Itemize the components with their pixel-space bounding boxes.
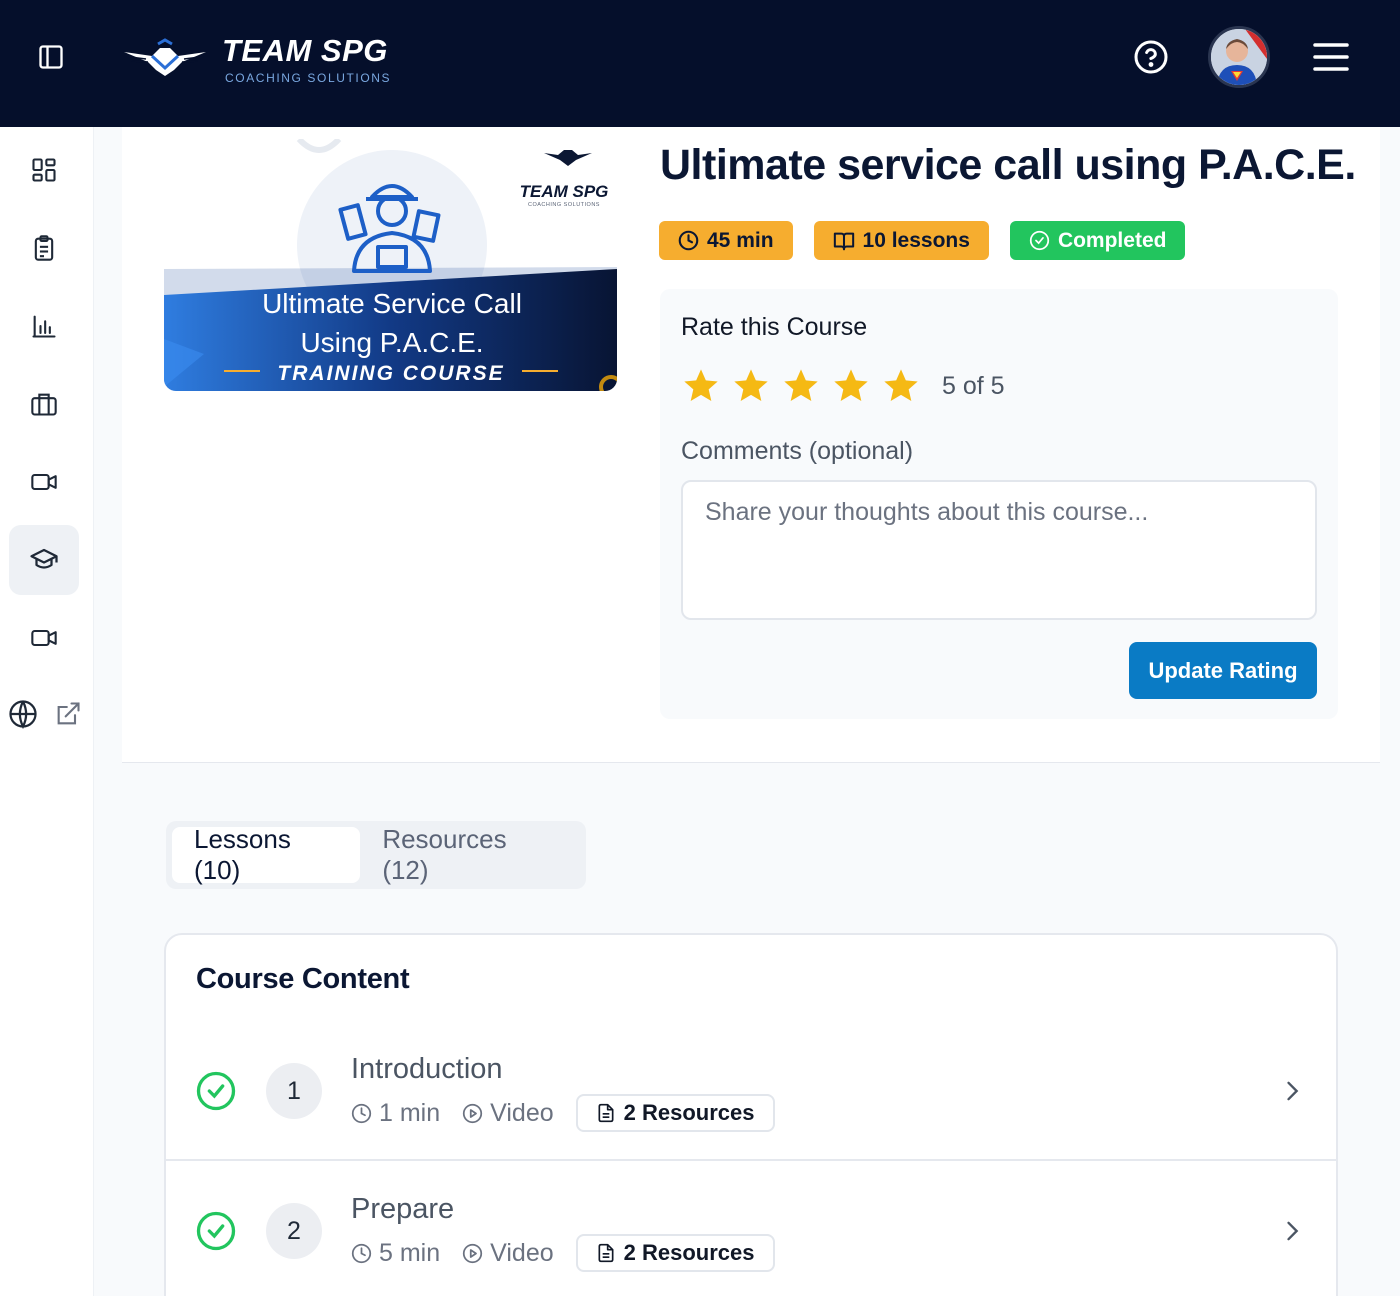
bar-chart-icon bbox=[32, 315, 56, 338]
star-1-icon[interactable] bbox=[681, 366, 721, 406]
rating-value-text: 5 of 5 bbox=[942, 372, 1005, 400]
star-5-icon[interactable] bbox=[881, 366, 921, 406]
sidebar-toggle-button[interactable] bbox=[36, 42, 66, 72]
star-3-icon[interactable] bbox=[781, 366, 821, 406]
course-thumbnail-art: Ultimate Service Call Using P.A.C.E. TRA… bbox=[164, 139, 617, 391]
lesson-number: 2 bbox=[266, 1203, 322, 1259]
rating-title: Rate this Course bbox=[681, 313, 868, 341]
course-thumbnail: Ultimate Service Call Using P.A.C.E. TRA… bbox=[164, 139, 617, 391]
lesson-resources-pill[interactable]: 2 Resources bbox=[575, 1094, 775, 1132]
rating-panel: Rate this Course 5 of 5 Comments (option… bbox=[660, 289, 1338, 719]
clock-icon bbox=[351, 1243, 372, 1263]
lesson-complete-icon bbox=[196, 1211, 236, 1251]
sidebar-item-tasks[interactable] bbox=[9, 213, 79, 283]
star-2-icon[interactable] bbox=[731, 366, 771, 406]
video-camera-icon bbox=[31, 629, 57, 647]
graduation-cap-icon bbox=[30, 548, 58, 569]
lesson-resources-pill[interactable]: 2 Resources bbox=[575, 1234, 775, 1272]
globe-icon bbox=[9, 700, 37, 729]
sidebar-item-reports[interactable] bbox=[9, 291, 79, 361]
lesson-type: Video bbox=[490, 1238, 554, 1267]
sidebar-item-videos[interactable] bbox=[9, 447, 79, 517]
lesson-title: Introduction bbox=[351, 1053, 503, 1085]
help-icon bbox=[1134, 40, 1168, 74]
top-bar: TEAM SPG COACHING SOLUTIONS bbox=[0, 0, 1400, 127]
star-rating bbox=[681, 366, 921, 406]
help-button[interactable] bbox=[1132, 38, 1170, 76]
course-badges: 45 min 10 lessons Completed bbox=[659, 221, 1186, 260]
thumbnail-line2: Using P.A.C.E. bbox=[300, 327, 483, 358]
sidebar-item-dashboard[interactable] bbox=[9, 135, 79, 205]
course-hero: Ultimate Service Call Using P.A.C.E. TRA… bbox=[122, 127, 1380, 763]
check-circle-icon bbox=[1029, 230, 1050, 251]
update-rating-button[interactable]: Update Rating bbox=[1129, 642, 1317, 699]
sidebar-toggle-icon bbox=[39, 45, 63, 69]
sidebar-item-meetings[interactable] bbox=[9, 603, 79, 673]
lessons-count-text: 10 lessons bbox=[862, 228, 970, 252]
lesson-resources-count: 2 Resources bbox=[623, 1100, 755, 1125]
duration-badge: 45 min bbox=[659, 221, 793, 260]
hamburger-icon bbox=[1313, 43, 1349, 71]
lesson-type: Video bbox=[490, 1098, 554, 1127]
dashboard-icon bbox=[32, 158, 56, 182]
brand-name: TEAM SPG bbox=[222, 33, 388, 68]
lesson-title: Prepare bbox=[351, 1193, 455, 1225]
course-content-heading: Course Content bbox=[196, 963, 410, 995]
video-camera-icon bbox=[31, 473, 57, 491]
content-tabs: Lessons (10) Resources (12) bbox=[166, 821, 586, 889]
document-icon bbox=[598, 1243, 614, 1263]
thumbnail-line1: Ultimate Service Call bbox=[262, 288, 522, 319]
play-circle-icon bbox=[463, 1103, 483, 1123]
duration-text: 45 min bbox=[707, 228, 774, 252]
tab-resources[interactable]: Resources (12) bbox=[360, 824, 580, 885]
completed-badge: Completed bbox=[1009, 221, 1186, 260]
briefcase-icon bbox=[31, 393, 57, 416]
tab-lessons[interactable]: Lessons (10) bbox=[172, 824, 361, 885]
lesson-meta: 1 min Video 2 Resources bbox=[351, 1093, 775, 1133]
lesson-row[interactable]: 1 Introduction 1 min Video 2 Resources bbox=[166, 1021, 1336, 1161]
thumbnail-logo-sub: COACHING SOLUTIONS bbox=[528, 202, 600, 208]
sidebar-item-training[interactable] bbox=[9, 525, 79, 595]
handshake-wings-icon bbox=[124, 38, 206, 76]
star-4-icon[interactable] bbox=[831, 366, 871, 406]
lesson-complete-icon bbox=[196, 1071, 236, 1111]
course-content-card: Course Content 1 Introduction 1 min Vide… bbox=[164, 933, 1338, 1296]
thumbnail-line3: TRAINING COURSE bbox=[277, 362, 504, 385]
chevron-right-icon bbox=[1287, 1221, 1299, 1241]
lesson-meta: 5 min Video 2 Resources bbox=[351, 1233, 775, 1273]
course-title: Ultimate service call using P.A.C.E. bbox=[660, 141, 1356, 189]
sidebar-item-jobs[interactable] bbox=[9, 369, 79, 439]
lessons-badge: 10 lessons bbox=[813, 221, 989, 260]
brand-tagline: COACHING SOLUTIONS bbox=[225, 71, 392, 85]
lesson-row[interactable]: 2 Prepare 5 min Video 2 Resources bbox=[166, 1161, 1336, 1296]
thumbnail-logo-text: TEAM SPG bbox=[520, 182, 609, 201]
document-icon bbox=[598, 1103, 614, 1123]
avatar-image bbox=[1211, 29, 1267, 85]
brand-logo[interactable]: TEAM SPG COACHING SOLUTIONS bbox=[122, 30, 391, 90]
clock-icon bbox=[678, 230, 699, 251]
clipboard-icon bbox=[34, 235, 54, 261]
play-circle-icon bbox=[463, 1243, 483, 1263]
lesson-duration: 5 min bbox=[379, 1238, 441, 1267]
sidebar bbox=[0, 127, 94, 1296]
status-text: Completed bbox=[1057, 228, 1167, 252]
clock-icon bbox=[351, 1103, 372, 1123]
external-link-icon bbox=[57, 702, 80, 725]
lesson-number: 1 bbox=[266, 1063, 322, 1119]
lesson-resources-count: 2 Resources bbox=[623, 1240, 755, 1265]
chevron-right-icon bbox=[1287, 1081, 1299, 1101]
user-avatar[interactable] bbox=[1208, 26, 1270, 88]
comments-label: Comments (optional) bbox=[681, 437, 914, 465]
comments-input[interactable] bbox=[681, 480, 1317, 620]
sidebar-item-website[interactable] bbox=[8, 697, 82, 731]
main-menu-button[interactable] bbox=[1312, 38, 1350, 76]
book-icon bbox=[833, 232, 854, 250]
lesson-duration: 1 min bbox=[379, 1098, 441, 1127]
